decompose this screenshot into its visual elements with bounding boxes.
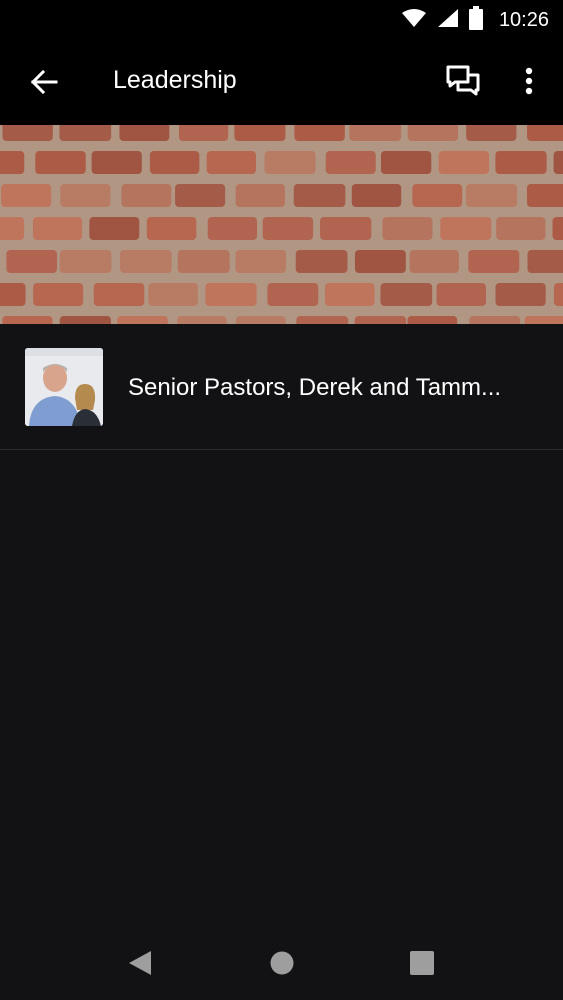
more-vert-icon [525,67,533,95]
chat-icon [446,65,480,96]
back-button[interactable] [26,64,62,100]
status-bar: 10:26 [0,0,563,40]
list-item-title: Senior Pastors, Derek and Tamm... [128,374,502,401]
nav-home-icon [270,951,294,975]
page-title: Leadership [113,66,237,94]
chat-button[interactable] [444,62,482,100]
nav-recents-button[interactable] [408,949,436,977]
app-bar: Leadership [0,40,563,125]
cell-signal-icon [437,8,459,33]
list-item[interactable]: Senior Pastors, Derek and Tamm... [0,324,563,450]
wifi-icon [401,8,427,33]
system-navigation-bar [0,922,563,1000]
back-arrow-icon [30,69,58,95]
nav-back-icon [129,951,151,975]
header-banner-image [0,125,563,324]
pastors-photo-thumbnail [25,348,103,426]
status-time: 10:26 [498,8,549,31]
battery-icon [468,5,483,35]
nav-back-button[interactable] [126,949,154,977]
nav-home-button[interactable] [268,949,296,977]
nav-recents-icon [410,951,434,975]
more-options-button[interactable] [514,62,544,100]
